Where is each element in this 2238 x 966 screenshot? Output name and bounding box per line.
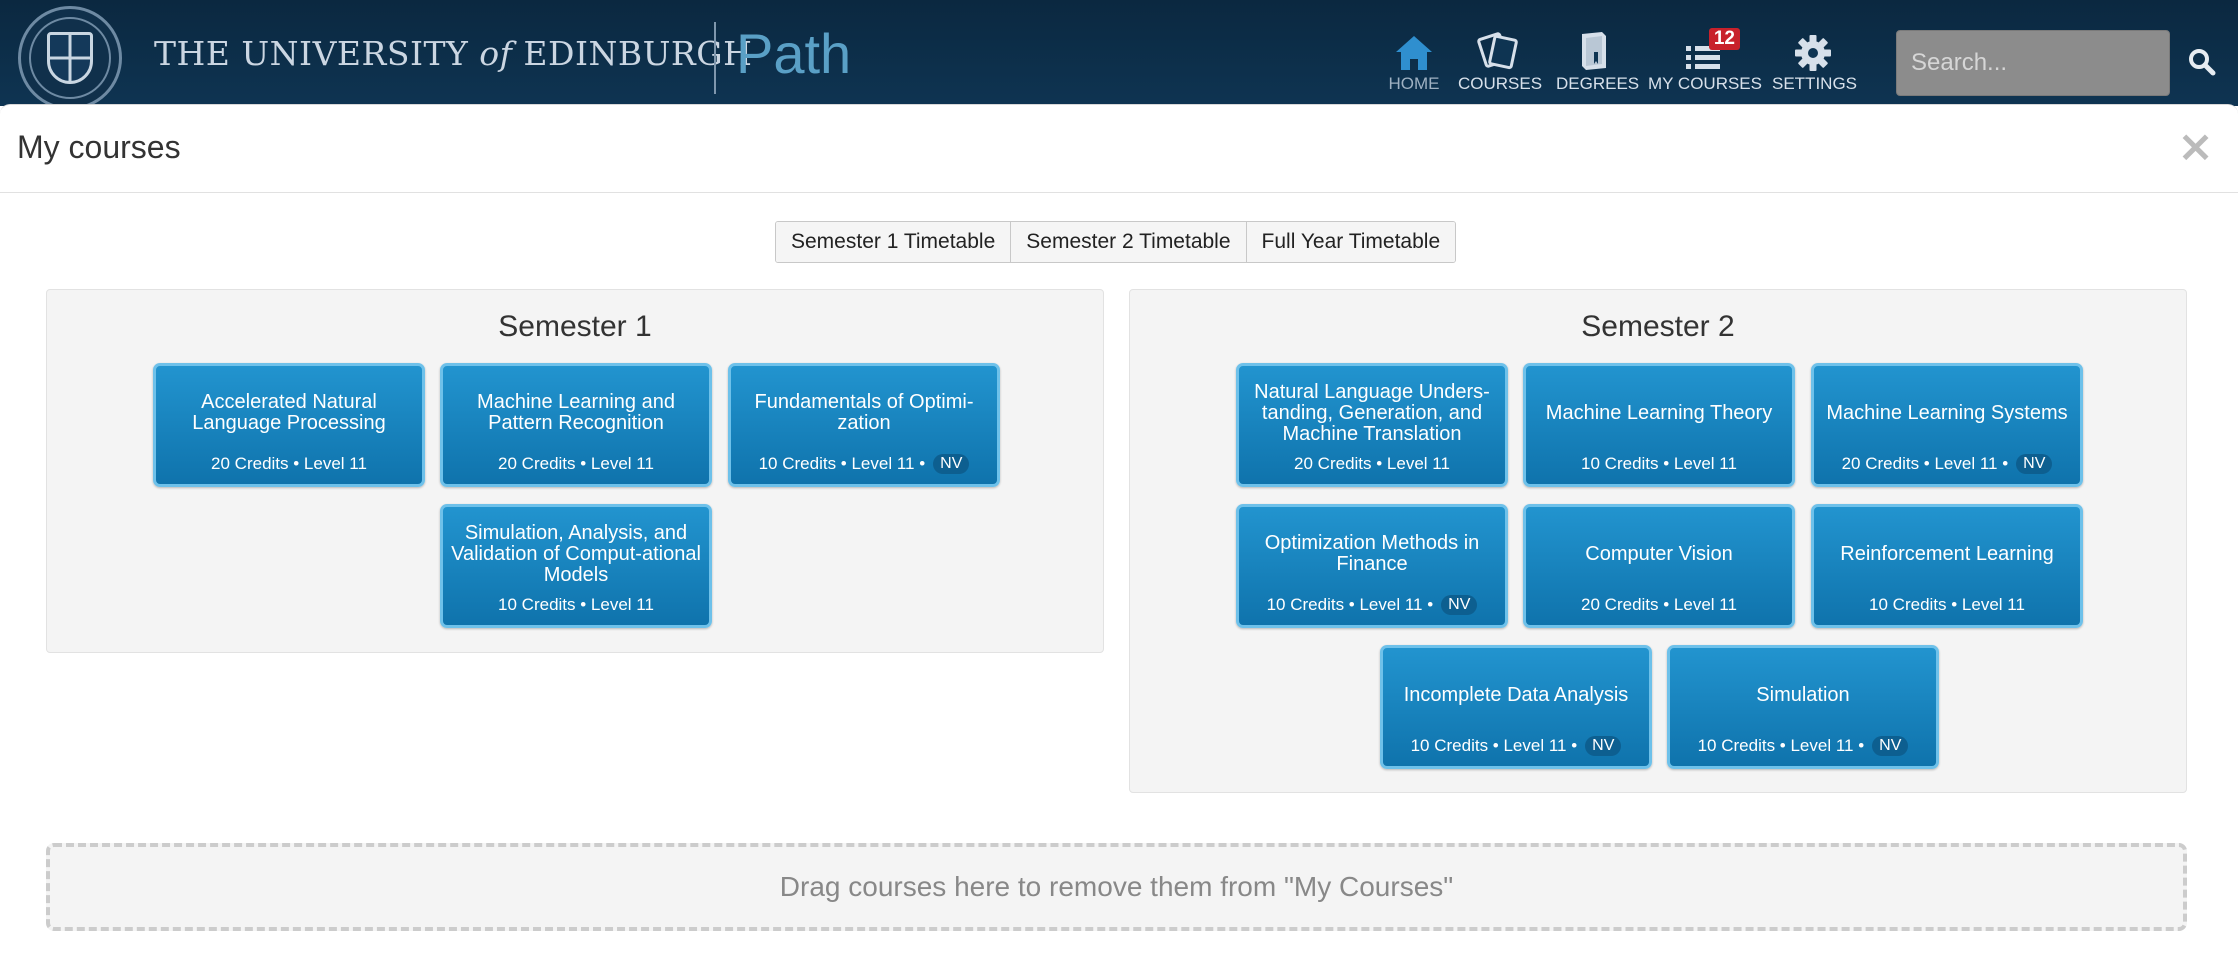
semester-2-panel: Semester 2 Natural Language Unders-tandi… <box>1129 289 2187 793</box>
nv-badge: NV <box>2016 454 2053 474</box>
course-card[interactable]: Simulation 10 Credits • Level 11 • NV <box>1667 645 1939 769</box>
semester-2-title: Semester 2 <box>1581 310 1735 343</box>
course-meta: 20 Credits • Level 11 <box>1581 595 1737 614</box>
university-name[interactable]: THE UNIVERSITY of EDINBURGH <box>154 34 752 73</box>
nav-home[interactable]: HOME <box>1386 30 1442 98</box>
university-crest-logo[interactable] <box>18 6 122 110</box>
search-input[interactable] <box>1896 30 2170 96</box>
nv-badge: NV <box>1872 736 1909 756</box>
course-card[interactable]: Simulation, Analysis, and Validation of … <box>440 504 712 628</box>
course-title: Optimization Methods in Finance <box>1264 532 1480 575</box>
course-title: Simulation <box>1756 683 1850 706</box>
course-card[interactable]: Optimization Methods in Finance 10 Credi… <box>1236 504 1508 628</box>
course-meta: 10 Credits • Level 11 • <box>1410 736 1578 755</box>
course-title: Machine Learning Theory <box>1545 401 1773 424</box>
course-meta: 10 Credits • Level 11 • <box>1266 595 1434 614</box>
semester-1-timetable-button[interactable]: Semester 1 Timetable <box>776 222 1012 262</box>
courses-icon <box>1458 30 1538 72</box>
course-meta: 20 Credits • Level 11 • <box>1841 454 2009 473</box>
brand-divider <box>714 22 716 94</box>
remove-courses-drop-zone[interactable]: Drag courses here to remove them from "M… <box>46 843 2187 931</box>
nav-my-courses[interactable]: 12 MY COURSES <box>1648 28 1762 98</box>
semester-1-title: Semester 1 <box>498 310 652 343</box>
list-icon: 12 <box>1648 28 1758 72</box>
app-name[interactable]: Path <box>736 22 851 86</box>
degrees-icon <box>1556 30 1632 72</box>
semester-2-timetable-button[interactable]: Semester 2 Timetable <box>1011 222 1247 262</box>
close-icon[interactable]: × <box>2177 125 2214 169</box>
course-title: Machine Learning and Pattern Recognition <box>477 391 675 434</box>
course-meta: 20 Credits • Level 11 <box>498 454 654 473</box>
nv-badge: NV <box>1441 595 1478 615</box>
course-meta: 20 Credits • Level 11 <box>1294 454 1450 473</box>
course-meta: 10 Credits • Level 11 <box>1581 454 1737 473</box>
timetable-button-group: Semester 1 Timetable Semester 2 Timetabl… <box>775 221 1457 263</box>
course-card[interactable]: Machine Learning Theory 10 Credits • Lev… <box>1523 363 1795 487</box>
top-navbar: THE UNIVERSITY of EDINBURGH Path HOME CO… <box>0 0 2238 110</box>
search-button[interactable] <box>2180 40 2224 84</box>
course-card[interactable]: Reinforcement Learning 10 Credits • Leve… <box>1811 504 2083 628</box>
my-courses-modal: My courses × Semester 1 Timetable Semest… <box>0 104 2238 966</box>
course-card[interactable]: Machine Learning Systems 20 Credits • Le… <box>1811 363 2083 487</box>
course-title: Reinforcement Learning <box>1840 542 2054 565</box>
nav-degrees[interactable]: DEGREES <box>1556 30 1639 98</box>
gear-icon <box>1772 30 1854 72</box>
modal-header: My courses × <box>0 105 2238 193</box>
modal-title: My courses <box>17 129 181 165</box>
search-icon <box>2189 49 2216 76</box>
nv-badge: NV <box>1585 736 1622 756</box>
course-meta: 10 Credits • Level 11 • <box>758 454 926 473</box>
course-card[interactable]: Machine Learning and Pattern Recognition… <box>440 363 712 487</box>
my-courses-count-badge: 12 <box>1708 28 1740 50</box>
course-meta: 10 Credits • Level 11 <box>1869 595 2025 614</box>
course-title: Accelerated Natural Language Processing <box>192 391 386 434</box>
course-meta: 10 Credits • Level 11 • <box>1697 736 1865 755</box>
home-icon <box>1386 30 1442 72</box>
crest-shield-icon <box>47 32 93 84</box>
course-card[interactable]: Computer Vision 20 Credits • Level 11 <box>1523 504 1795 628</box>
course-card[interactable]: Fundamentals of Optimi-zation 10 Credits… <box>728 363 1000 487</box>
course-meta: 10 Credits • Level 11 <box>498 595 654 614</box>
course-title: Computer Vision <box>1585 542 1733 565</box>
course-title: Simulation, Analysis, and Validation of … <box>451 521 701 586</box>
nav-settings[interactable]: SETTINGS <box>1772 30 1857 98</box>
course-title: Incomplete Data Analysis <box>1403 683 1629 706</box>
course-card[interactable]: Incomplete Data Analysis 10 Credits • Le… <box>1380 645 1652 769</box>
course-card[interactable]: Accelerated Natural Language Processing … <box>153 363 425 487</box>
full-year-timetable-button[interactable]: Full Year Timetable <box>1246 222 1456 262</box>
course-card[interactable]: Natural Language Unders-tanding, Generat… <box>1236 363 1508 487</box>
course-title: Natural Language Unders-tanding, Generat… <box>1254 380 1490 445</box>
nv-badge: NV <box>933 454 970 474</box>
semester-1-panel: Semester 1 Accelerated Natural Language … <box>46 289 1104 653</box>
course-title: Machine Learning Systems <box>1826 401 2068 424</box>
nav-courses[interactable]: COURSES <box>1458 30 1542 98</box>
course-meta: 20 Credits • Level 11 <box>211 454 367 473</box>
course-title: Fundamentals of Optimi-zation <box>754 391 974 434</box>
